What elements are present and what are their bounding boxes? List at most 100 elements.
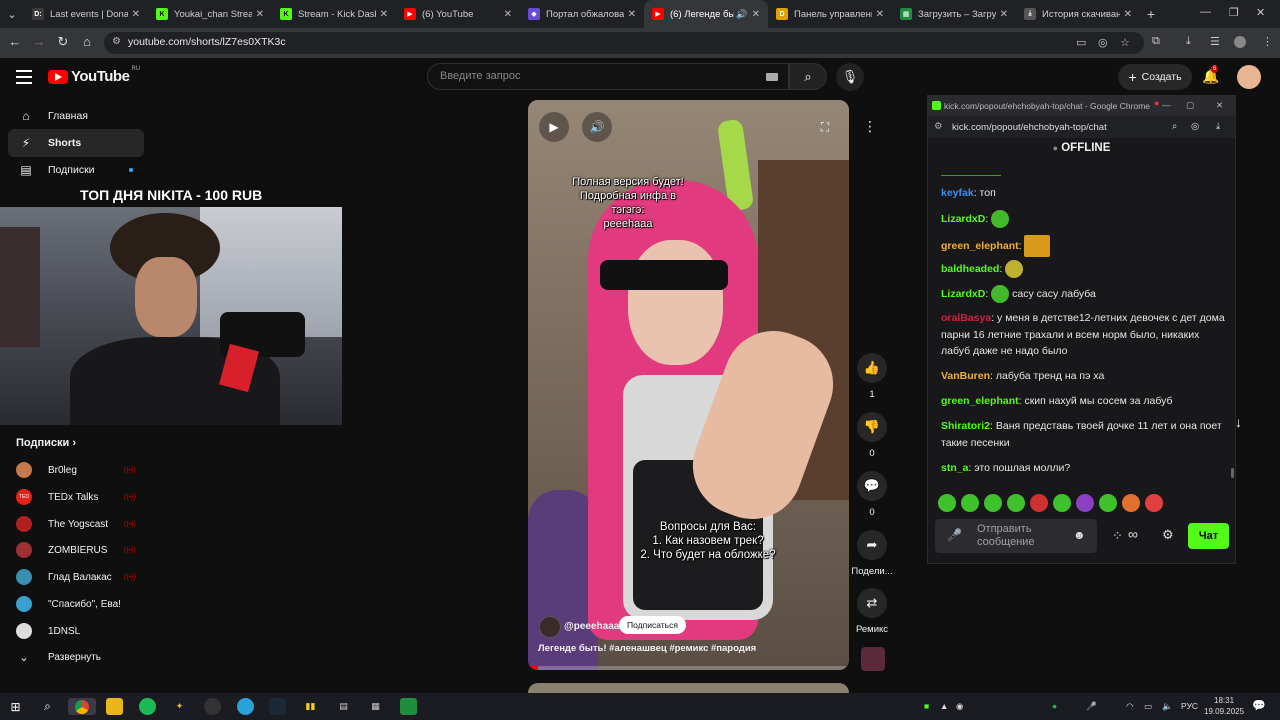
site-info-icon[interactable]: ⚙ xyxy=(112,36,121,47)
like-button[interactable]: 👍 1 xyxy=(857,353,887,400)
subscription-item[interactable]: 1DNSL xyxy=(16,621,146,641)
browser-tab-active[interactable]: ▶ (6) Легенде быть🔊 ✕ xyxy=(644,0,768,28)
tab-close-icon[interactable]: ✕ xyxy=(380,9,388,20)
tab-search-icon[interactable]: ⌄ xyxy=(0,0,24,28)
emote-icon[interactable] xyxy=(1099,494,1117,512)
file-explorer-icon[interactable] xyxy=(106,698,123,715)
app-icon[interactable]: ✦ xyxy=(171,698,188,715)
tab-close-icon[interactable]: ✕ xyxy=(256,9,264,20)
chat-username[interactable]: green_elephant xyxy=(941,240,1019,252)
maximize-icon[interactable]: ▢ xyxy=(1186,100,1194,111)
microphone-icon[interactable]: 🎤 xyxy=(947,528,962,542)
notifications-button[interactable]: 🔔 6 xyxy=(1202,65,1219,85)
emoji-icon[interactable]: ☻ xyxy=(1073,528,1086,542)
emote-icon[interactable] xyxy=(1145,494,1163,512)
youtube-logo[interactable]: YouTube RU xyxy=(48,66,140,85)
app-icon[interactable] xyxy=(400,698,417,715)
volume-button[interactable]: 🔊 xyxy=(582,112,612,142)
emote-icon[interactable] xyxy=(984,494,1002,512)
subscriptions-section-title[interactable]: Подписки › xyxy=(16,437,76,449)
extensions-icon[interactable]: ⧉ xyxy=(1152,35,1160,48)
hide-eye-icon[interactable]: ◎ xyxy=(1191,121,1199,132)
hamburger-menu-icon[interactable] xyxy=(16,70,32,84)
volume-icon[interactable]: 🔈 xyxy=(1162,701,1173,712)
browser-menu-icon[interactable]: ⋮ xyxy=(1262,35,1273,48)
play-button[interactable]: ▶ xyxy=(539,112,569,142)
subscription-item[interactable]: Br0leg ((•)) xyxy=(16,460,146,480)
browser-tab[interactable]: K Youkai_chan Stream ✕ xyxy=(148,0,272,28)
share-button[interactable]: ➦ Подели... xyxy=(850,530,894,577)
tray-icon[interactable]: ■ xyxy=(924,701,929,711)
tab-close-icon[interactable]: ✕ xyxy=(752,9,760,20)
tab-audio-icon[interactable]: 🔊 xyxy=(736,9,747,20)
close-icon[interactable]: ✕ xyxy=(1216,100,1223,111)
tray-icon[interactable]: ▲ xyxy=(940,701,948,711)
chat-message-input[interactable]: 🎤 Отправить сообщение ☻ xyxy=(935,519,1097,553)
cast-icon[interactable]: ▭ xyxy=(1076,36,1086,49)
avatar[interactable] xyxy=(1237,65,1261,89)
popout-address-bar[interactable]: ⚙ kick.com/popout/ehchobyah-top/chat ⌕ ◎… xyxy=(928,116,1235,138)
expand-button[interactable]: ⌄ Развернуть xyxy=(16,647,146,667)
spotify-icon[interactable] xyxy=(139,698,156,715)
subscription-item[interactable]: The Yogscast ((•)) xyxy=(16,514,146,534)
search-button[interactable]: ⌕ xyxy=(789,63,827,90)
tab-close-icon[interactable]: ✕ xyxy=(132,9,140,20)
network-icon[interactable]: ▭ xyxy=(1144,701,1152,712)
language-indicator[interactable]: РУС xyxy=(1181,701,1198,711)
chrome-taskbar-icon[interactable] xyxy=(68,698,96,715)
chat-username[interactable]: LizardxD xyxy=(941,288,985,300)
sidebar-item-home[interactable]: ⌂ Главная xyxy=(8,102,144,130)
fullscreen-button[interactable]: ⛶ xyxy=(810,112,840,142)
close-window-icon[interactable]: ✕ xyxy=(1256,6,1265,19)
settings-gear-icon[interactable]: ⚙ xyxy=(1162,527,1174,543)
chat-scrollbar[interactable] xyxy=(1231,468,1234,478)
maximize-icon[interactable]: ❐ xyxy=(1229,6,1239,19)
obs-icon[interactable] xyxy=(204,698,221,715)
chat-username[interactable]: LizardxD xyxy=(941,213,985,225)
app-icon[interactable]: ▮▮ xyxy=(302,698,319,715)
browser-tab[interactable]: ⤓ История скачивания ✕ xyxy=(1016,0,1140,28)
tray-icon[interactable]: 🎤 xyxy=(1086,701,1097,712)
new-tab-icon[interactable]: + xyxy=(1140,6,1162,22)
browser-tab[interactable]: D Панель управления ✕ xyxy=(768,0,892,28)
subscription-item[interactable]: ZOMBIERUS ((•)) xyxy=(16,540,146,560)
progress-bar[interactable] xyxy=(528,666,849,670)
chat-username[interactable]: stn_a xyxy=(941,462,968,474)
download-icon[interactable]: ⤓ xyxy=(1216,121,1220,132)
emote-icon[interactable] xyxy=(1030,494,1048,512)
sound-thumbnail[interactable] xyxy=(861,647,885,671)
wifi-icon[interactable]: ◠ xyxy=(1126,701,1133,712)
chat-username[interactable]: Shiratori2 xyxy=(941,420,990,432)
windows-start-icon[interactable]: ⊞ xyxy=(7,698,24,715)
home-icon[interactable]: ⌂ xyxy=(78,34,96,49)
chat-username[interactable]: baldheaded xyxy=(941,263,999,275)
emote-icon[interactable] xyxy=(961,494,979,512)
tab-close-icon[interactable]: ✕ xyxy=(1124,9,1132,20)
chat-username[interactable]: green_elephant xyxy=(941,395,1019,407)
zoom-icon[interactable]: ⌕ xyxy=(1172,121,1177,132)
emote-icon[interactable] xyxy=(1076,494,1094,512)
back-icon[interactable]: ← xyxy=(6,34,24,49)
chat-username[interactable]: VanBuren xyxy=(941,370,990,382)
tab-close-icon[interactable]: ✕ xyxy=(876,9,884,20)
downloads-icon[interactable]: ⤓ xyxy=(1186,35,1191,48)
subscription-item[interactable]: TED TEDx Talks ((•)) xyxy=(16,487,146,507)
notification-center-icon[interactable]: 💬 xyxy=(1252,699,1266,712)
dislike-button[interactable]: 👎 0 xyxy=(857,412,887,459)
comments-button[interactable]: 💬 0 xyxy=(857,471,887,518)
emote-icon[interactable] xyxy=(1007,494,1025,512)
more-options-icon[interactable]: ⋮ xyxy=(863,118,877,135)
emote-icon[interactable] xyxy=(1122,494,1140,512)
tab-close-icon[interactable]: ✕ xyxy=(1000,9,1008,20)
tray-icon[interactable]: ◉ xyxy=(956,701,963,712)
search-input[interactable]: Введите запрос xyxy=(427,63,789,90)
steam-icon[interactable] xyxy=(269,698,286,715)
site-info-icon[interactable]: ⚙ xyxy=(934,121,943,132)
channel-avatar[interactable] xyxy=(539,616,561,638)
tab-close-icon[interactable]: ✕ xyxy=(504,9,512,20)
users-icon[interactable]: ⁘ xyxy=(1112,528,1123,544)
subscription-item[interactable]: Глад Валакас ((•)) xyxy=(16,567,146,587)
subscription-item[interactable]: "Спасибо", Ева! xyxy=(16,594,146,614)
sidebar-item-subscriptions[interactable]: ▤ Подписки xyxy=(8,156,144,184)
sidebar-item-shorts[interactable]: ⚡ Shorts xyxy=(8,129,144,157)
